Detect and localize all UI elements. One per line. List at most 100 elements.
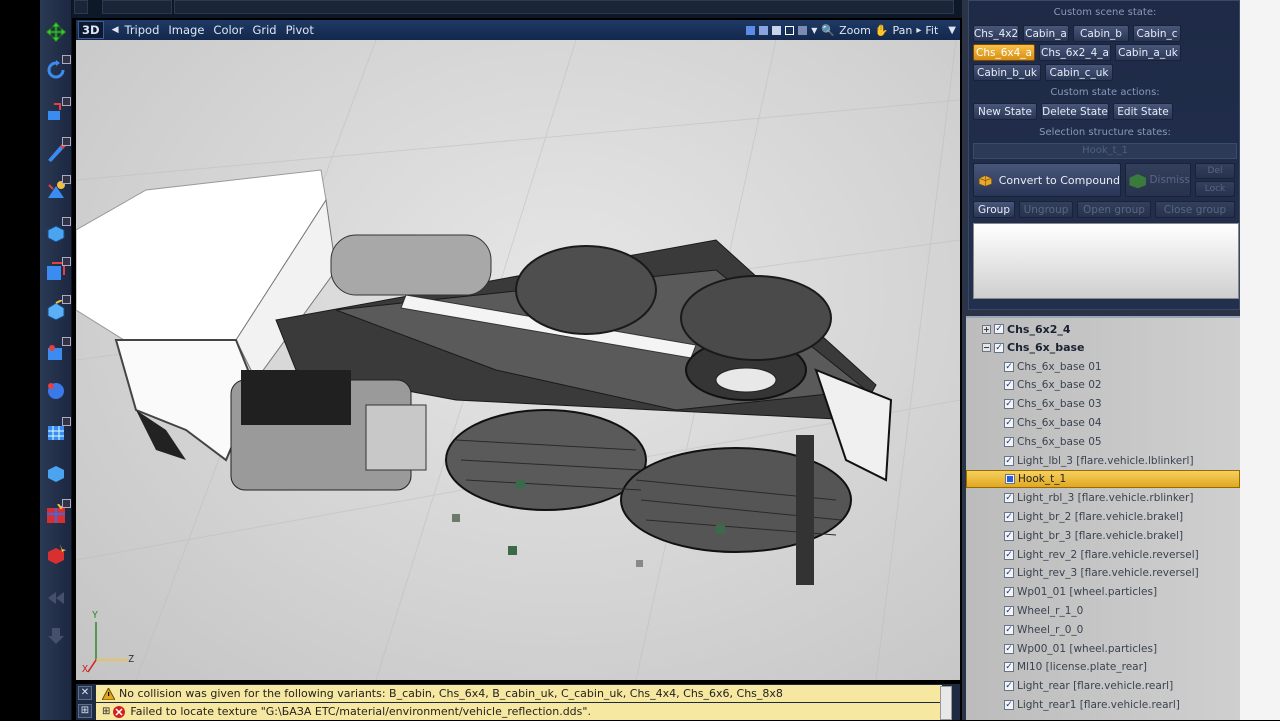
box-tool-icon[interactable] — [42, 217, 71, 246]
state-button-cabin-c-uk[interactable]: Cabin_c_uk — [1045, 64, 1113, 81]
menu-grid[interactable]: Grid — [252, 23, 276, 37]
visibility-checkbox[interactable]: ✓ — [1004, 399, 1014, 410]
disabled-tool-b-icon[interactable] — [42, 620, 70, 648]
del-button[interactable]: Del — [1195, 163, 1235, 179]
menu-tripod[interactable]: Tripod — [124, 23, 159, 37]
tree-item[interactable]: ✓ Light_lbl_3 [flare.vehicle.lblinkerl] — [966, 452, 1240, 470]
visibility-checkbox[interactable]: ✓ — [1004, 568, 1014, 579]
menu-image[interactable]: Image — [168, 23, 204, 37]
visibility-checkbox[interactable]: ✓ — [994, 342, 1004, 353]
visibility-checkbox[interactable]: ✓ — [1004, 606, 1014, 616]
new-state-button[interactable]: New State — [973, 103, 1037, 120]
tree-item[interactable]: ✓ Ml10 [license.plate_rear] — [966, 658, 1240, 676]
edit-state-button[interactable]: Edit State — [1113, 103, 1173, 120]
visibility-checkbox[interactable]: ✓ — [1004, 418, 1014, 428]
move-tool-icon[interactable] — [42, 18, 70, 46]
expand-icon[interactable]: ⊞ — [102, 706, 110, 717]
tree-item[interactable]: ✓ Chs_6x_base 01 — [966, 358, 1240, 376]
fit-button[interactable]: Fit — [925, 24, 938, 37]
open-group-button[interactable]: Open group — [1077, 201, 1151, 218]
visibility-checkbox[interactable]: ✓ — [1004, 662, 1014, 673]
tree-item[interactable]: ✓ Wheel_r_1_0 — [966, 602, 1240, 620]
tree-item[interactable]: ✓ Light_br_3 [flare.vehicle.brakel] — [966, 527, 1240, 545]
menu-pivot[interactable]: Pivot — [286, 23, 314, 37]
tree-expander-icon[interactable]: + — [982, 324, 991, 334]
pen-icon[interactable] — [746, 25, 756, 35]
3d-viewport[interactable]: Y Z X — [76, 40, 960, 680]
state-button-chs-4x2[interactable]: Chs_4x2 — [973, 25, 1019, 42]
tree-item[interactable]: ✓ Light_rear1 [flare.vehicle.rearl] — [966, 696, 1240, 714]
close-group-button[interactable]: Close group — [1155, 201, 1235, 218]
state-button-cabin-b-uk[interactable]: Cabin_b_uk — [973, 64, 1041, 81]
tree-item[interactable]: ✓ Wheel_r_0_0 — [966, 621, 1240, 639]
tree-item[interactable]: ✓ Light_rev_3 [flare.vehicle.reversel] — [966, 564, 1240, 582]
tab-slot[interactable] — [174, 0, 954, 14]
tree-item[interactable]: ✓ Wp01_01 [wheel.particles] — [966, 583, 1240, 601]
disabled-tool-a-icon[interactable] — [42, 584, 70, 612]
convert-to-compound-button[interactable]: Convert to Compound — [973, 163, 1121, 197]
delete-state-button[interactable]: Delete State — [1041, 103, 1109, 120]
brush-icon[interactable] — [772, 25, 782, 35]
menu-color[interactable]: Color — [213, 23, 243, 37]
tree-item[interactable]: ✓ Light_rev_2 [flare.vehicle.reversel] — [966, 546, 1240, 564]
ungroup-button[interactable]: Ungroup — [1019, 201, 1073, 218]
log-scrollbar[interactable] — [940, 686, 952, 720]
group-button[interactable]: Group — [973, 201, 1015, 218]
tree-item[interactable]: ✓ Chs_6x_base 04 — [966, 414, 1240, 432]
sphere-tool-icon[interactable] — [42, 376, 70, 404]
tree-item[interactable]: Hook_t_1 — [966, 470, 1240, 489]
close-log-icon[interactable]: ✕ — [78, 686, 92, 700]
tree-item[interactable]: ✓ Chs_6x_base 03 — [966, 395, 1240, 413]
primitive-tool-icon[interactable] — [42, 458, 70, 486]
tree-item[interactable]: + ✓ Chs_6x2_4 — [966, 320, 1240, 338]
shape-tool-icon[interactable] — [42, 175, 71, 204]
tab-slot[interactable] — [74, 0, 88, 14]
visibility-checkbox[interactable]: ✓ — [994, 324, 1004, 334]
tree-item[interactable]: ✓ Light_br_2 [flare.vehicle.brakel] — [966, 508, 1240, 526]
visibility-checkbox[interactable]: ✓ — [1004, 587, 1014, 598]
shade-icon[interactable] — [798, 25, 808, 35]
state-button-cabin-b[interactable]: Cabin_b — [1073, 25, 1129, 42]
mesh-tool-icon[interactable] — [42, 337, 71, 366]
visibility-checkbox[interactable]: ✓ — [1004, 512, 1014, 522]
tree-expander-icon[interactable]: − — [982, 343, 991, 353]
pan-button[interactable]: Pan — [893, 24, 913, 37]
grid-view-icon[interactable] — [785, 25, 795, 35]
lock-button[interactable]: Lock — [1195, 181, 1235, 197]
material-tool-icon[interactable] — [42, 499, 71, 528]
vertex-tool-icon[interactable] — [42, 257, 71, 286]
scale-tool-icon[interactable] — [42, 97, 71, 126]
visibility-checkbox[interactable]: ✓ — [1004, 455, 1014, 466]
tree-item[interactable]: ✓ Chs_6x_base 02 — [966, 376, 1240, 394]
effect-tool-icon[interactable] — [42, 540, 70, 568]
wire-icon[interactable] — [759, 25, 769, 35]
state-button-chs-6x2-4-a[interactable]: Chs_6x2_4_a — [1039, 44, 1111, 61]
visibility-checkbox[interactable]: ✓ — [1004, 643, 1014, 654]
visibility-checkbox[interactable]: ✓ — [1004, 530, 1014, 541]
view-mode-label[interactable]: 3D — [78, 21, 104, 39]
visibility-checkbox[interactable]: ✓ — [1004, 493, 1014, 504]
cube-tool-icon[interactable] — [42, 295, 71, 324]
visibility-checkbox[interactable]: ✓ — [1004, 700, 1014, 710]
pin-log-icon[interactable]: ⊞ — [78, 704, 92, 718]
visibility-checkbox[interactable] — [1005, 474, 1015, 485]
tree-item[interactable]: ✓ Wp00_01 [wheel.particles] — [966, 640, 1240, 658]
state-button-cabin-c[interactable]: Cabin_c — [1133, 25, 1181, 42]
viewport-menu-chevron-icon[interactable]: ▼ — [948, 25, 956, 36]
visibility-checkbox[interactable]: ✓ — [1004, 681, 1014, 692]
collapse-arrow-icon[interactable]: ◀ — [112, 25, 119, 35]
tree-item[interactable]: − ✓ Chs_6x_base — [966, 339, 1240, 357]
state-button-cabin-a-uk[interactable]: Cabin_a_uk — [1115, 44, 1181, 61]
visibility-checkbox[interactable]: ✓ — [1004, 436, 1014, 447]
dismiss-button[interactable]: Dismiss — [1125, 163, 1191, 197]
zoom-button[interactable]: Zoom — [839, 24, 871, 37]
visibility-checkbox[interactable]: ✓ — [1004, 361, 1014, 372]
structure-state-field[interactable]: Hook_t_1 — [973, 143, 1237, 159]
dropdown-chevron-icon[interactable]: ▼ — [811, 26, 817, 35]
tree-item[interactable]: ✓ Light_rbl_3 [flare.vehicle.rblinker] — [966, 489, 1240, 507]
state-button-chs-6x4-a[interactable]: Chs_6x4_a — [973, 44, 1035, 61]
visibility-checkbox[interactable]: ✓ — [1004, 380, 1014, 391]
tree-item[interactable]: ✓ Chs_6x_base 05 — [966, 433, 1240, 451]
tree-item[interactable]: ✓ Light_rear [flare.vehicle.rearl] — [966, 677, 1240, 695]
visibility-checkbox[interactable]: ✓ — [1004, 549, 1014, 560]
